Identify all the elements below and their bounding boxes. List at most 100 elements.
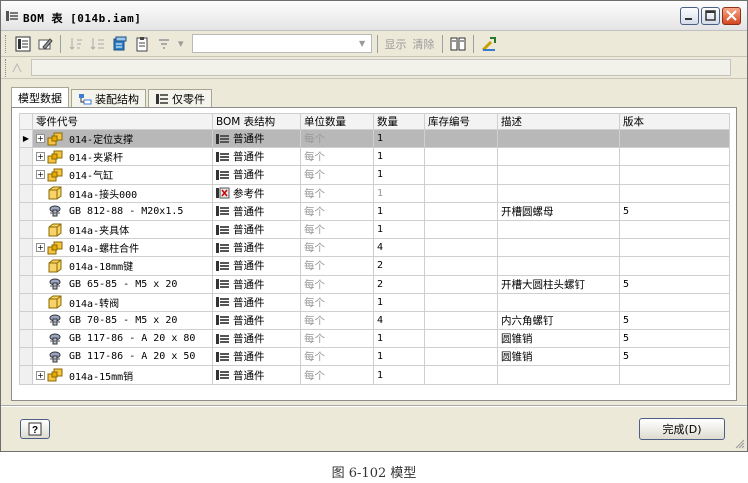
expand-toggle[interactable]: + bbox=[36, 170, 45, 180]
cell-bom-structure[interactable]: 普通件 bbox=[212, 147, 301, 167]
cell-revision[interactable]: 5 bbox=[619, 201, 730, 221]
cell-unit-qty[interactable]: 每个 bbox=[300, 147, 374, 167]
table-row[interactable]: 014a-18mm键 普通件 每个 2 bbox=[19, 256, 730, 276]
cell-qty[interactable]: 2 bbox=[373, 274, 425, 294]
cell-revision[interactable] bbox=[619, 128, 730, 149]
cell-description[interactable]: 开槽圆螺母 bbox=[497, 201, 620, 221]
cell-unit-qty[interactable]: 每个 bbox=[300, 128, 374, 149]
row-header[interactable] bbox=[19, 365, 33, 385]
cell-qty[interactable]: 1 bbox=[373, 347, 425, 367]
table-row[interactable]: ▶ +014-定位支撑 普通件 每个 1 bbox=[19, 128, 730, 149]
expand-toggle[interactable]: + bbox=[36, 370, 45, 380]
cell-revision[interactable]: 5 bbox=[619, 347, 730, 367]
renumber-button[interactable] bbox=[88, 34, 108, 54]
cell-part[interactable]: GB 812-88 - M20x1.5 bbox=[32, 201, 213, 221]
row-header[interactable] bbox=[19, 274, 33, 294]
cell-qty[interactable]: 1 bbox=[373, 365, 425, 385]
cell-part[interactable]: +014-定位支撑 bbox=[32, 128, 213, 149]
cell-bom-structure[interactable]: 普通件 bbox=[212, 310, 301, 331]
table-row[interactable]: +014-气缸 普通件 每个 1 bbox=[19, 165, 730, 185]
cell-part[interactable]: GB 65-85 - M5 x 20 bbox=[32, 274, 213, 294]
clear-button[interactable]: 清除 bbox=[411, 36, 437, 52]
cell-stock-number[interactable] bbox=[424, 310, 498, 331]
sort-button[interactable] bbox=[66, 34, 86, 54]
cell-bom-structure[interactable]: 普通件 bbox=[212, 165, 301, 185]
cell-bom-structure[interactable]: 普通件 bbox=[212, 274, 301, 294]
cell-stock-number[interactable] bbox=[424, 292, 498, 312]
column-header-qty[interactable]: 数量 bbox=[373, 113, 425, 130]
row-header[interactable] bbox=[19, 329, 33, 349]
cell-bom-structure[interactable]: 普通件 bbox=[212, 256, 301, 276]
expand-toggle[interactable]: + bbox=[36, 152, 45, 162]
cell-unit-qty[interactable]: 每个 bbox=[300, 365, 374, 385]
cell-description[interactable] bbox=[497, 365, 620, 385]
cell-description[interactable] bbox=[497, 238, 620, 258]
expand-toggle[interactable]: + bbox=[36, 134, 45, 144]
cell-stock-number[interactable] bbox=[424, 365, 498, 385]
filter-button[interactable] bbox=[154, 34, 174, 54]
row-header[interactable] bbox=[19, 201, 33, 221]
cell-bom-structure[interactable]: 普通件 bbox=[212, 329, 301, 349]
cell-part[interactable]: 014a-接头000 bbox=[32, 183, 213, 203]
table-row[interactable]: +014-夹紧杆 普通件 每个 1 bbox=[19, 147, 730, 167]
cell-qty[interactable]: 4 bbox=[373, 238, 425, 258]
cell-part[interactable]: 014a-夹具体 bbox=[32, 219, 213, 240]
cell-part[interactable]: +014-气缸 bbox=[32, 165, 213, 185]
cell-qty[interactable]: 4 bbox=[373, 310, 425, 331]
cell-description[interactable]: 圆锥销 bbox=[497, 347, 620, 367]
done-button[interactable]: 完成(D) bbox=[639, 418, 725, 440]
export-button[interactable] bbox=[110, 34, 130, 54]
cell-revision[interactable] bbox=[619, 183, 730, 203]
cell-stock-number[interactable] bbox=[424, 256, 498, 276]
cell-revision[interactable] bbox=[619, 219, 730, 240]
cell-part[interactable]: 014a-转阀 bbox=[32, 292, 213, 312]
row-header[interactable] bbox=[19, 292, 33, 312]
cell-stock-number[interactable] bbox=[424, 347, 498, 367]
cell-bom-structure[interactable]: 普通件 bbox=[212, 128, 301, 149]
formula-icon[interactable] bbox=[11, 61, 25, 75]
cell-qty[interactable]: 2 bbox=[373, 256, 425, 276]
expand-toggle[interactable]: + bbox=[36, 243, 45, 253]
cell-qty[interactable]: 1 bbox=[373, 183, 425, 203]
cell-description[interactable] bbox=[497, 292, 620, 312]
cell-unit-qty[interactable]: 每个 bbox=[300, 329, 374, 349]
table-row[interactable]: 014a-接头000 参考件 每个 1 bbox=[19, 183, 730, 203]
cell-stock-number[interactable] bbox=[424, 238, 498, 258]
cell-qty[interactable]: 1 bbox=[373, 329, 425, 349]
cell-stock-number[interactable] bbox=[424, 219, 498, 240]
row-header[interactable] bbox=[19, 238, 33, 258]
table-row[interactable]: +014a-15mm销 普通件 每个 1 bbox=[19, 365, 730, 385]
cell-description[interactable] bbox=[497, 183, 620, 203]
cell-part[interactable]: 014a-18mm键 bbox=[32, 256, 213, 276]
tab-model-data[interactable]: 模型数据 bbox=[11, 87, 69, 108]
cell-revision[interactable]: 5 bbox=[619, 329, 730, 349]
column-header-bom-structure[interactable]: BOM 表结构 bbox=[212, 113, 301, 130]
row-header[interactable] bbox=[19, 147, 33, 167]
table-row[interactable]: GB 117-86 - A 20 x 50 普通件 每个 1 圆锥销 5 bbox=[19, 347, 730, 367]
toolbar-grip[interactable] bbox=[5, 58, 8, 77]
cell-revision[interactable] bbox=[619, 165, 730, 185]
cell-unit-qty[interactable]: 每个 bbox=[300, 256, 374, 276]
cell-qty[interactable]: 1 bbox=[373, 128, 425, 149]
row-header[interactable] bbox=[19, 219, 33, 240]
cell-qty[interactable]: 1 bbox=[373, 165, 425, 185]
copy-button[interactable] bbox=[132, 34, 152, 54]
cell-qty[interactable]: 1 bbox=[373, 201, 425, 221]
cell-unit-qty[interactable]: 每个 bbox=[300, 183, 374, 203]
cell-qty[interactable]: 1 bbox=[373, 219, 425, 240]
cell-part[interactable]: GB 117-86 - A 20 x 80 bbox=[32, 329, 213, 349]
cell-description[interactable] bbox=[497, 165, 620, 185]
table-row[interactable]: +014a-螺柱合件 普通件 每个 4 bbox=[19, 238, 730, 258]
cell-part[interactable]: +014-夹紧杆 bbox=[32, 147, 213, 167]
column-header-revision[interactable]: 版本 bbox=[619, 113, 730, 130]
cell-revision[interactable] bbox=[619, 147, 730, 167]
table-row[interactable]: 014a-夹具体 普通件 每个 1 bbox=[19, 219, 730, 240]
update-button[interactable] bbox=[479, 34, 499, 54]
maximize-button[interactable] bbox=[701, 7, 720, 25]
row-header[interactable] bbox=[19, 165, 33, 185]
column-chooser-button[interactable] bbox=[448, 34, 468, 54]
show-button[interactable]: 显示 bbox=[383, 36, 409, 52]
column-header-description[interactable]: 描述 bbox=[497, 113, 620, 130]
tab-parts-only[interactable]: 仅零件 bbox=[148, 89, 212, 108]
column-header-part[interactable]: 零件代号 bbox=[32, 113, 213, 130]
